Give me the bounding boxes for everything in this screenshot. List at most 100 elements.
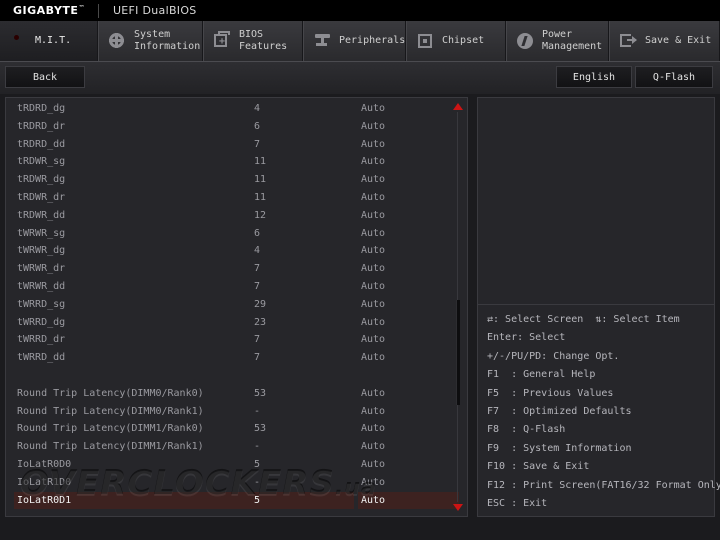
setting-value: - (254, 441, 261, 453)
setting-option: Auto (361, 458, 386, 470)
plug-icon (312, 30, 334, 52)
setting-option: Auto (361, 120, 386, 132)
key-help-line: F1 : General Help (487, 369, 596, 381)
settings-row[interactable]: tRDRD_dg 4 Auto (6, 100, 467, 118)
settings-row[interactable]: tRDRD_dd 7 Auto (6, 136, 467, 154)
setting-label: tRDWR_dg (17, 174, 66, 186)
setting-label: IoLatR0D0 (17, 458, 72, 470)
settings-row[interactable]: Round Trip Latency(DIMM0/Rank0) 53 Auto (6, 385, 467, 403)
setting-value: 7 (254, 263, 261, 275)
setting-option: Auto (361, 476, 386, 488)
setting-label: tWRWR_dg (17, 245, 66, 257)
setting-option: Auto (361, 263, 386, 275)
settings-row[interactable]: tRDWR_dd 12 Auto (6, 207, 467, 225)
tab-system-information[interactable]: System Information (98, 21, 203, 61)
tab-bios-features[interactable]: BIOS Features (203, 21, 303, 61)
setting-label: Round Trip Latency(DIMM0/Rank1) (17, 405, 204, 417)
settings-row[interactable]: tRDWR_sg 11 Auto (6, 153, 467, 171)
settings-row[interactable]: IoLatR1D0 - Auto (6, 474, 467, 492)
tab-label: Chipset (442, 35, 485, 46)
settings-row[interactable]: Round Trip Latency(DIMM1/Rank0) 53 Auto (6, 420, 467, 438)
key-help-list: ⇄: Select Screen ⇅: Select Item Enter: Se… (487, 311, 720, 513)
setting-value: 7 (254, 334, 261, 346)
setting-label: tRDRD_dg (17, 103, 66, 114)
settings-row[interactable]: tRDWR_dr 11 Auto (6, 189, 467, 207)
setting-option: Auto (361, 245, 386, 257)
setting-option: Auto (361, 209, 386, 221)
setting-value: 6 (254, 227, 261, 239)
key-help-line: Enter: Select (487, 332, 566, 344)
settings-row[interactable]: IoLatR0D0 5 Auto (6, 456, 467, 474)
settings-row[interactable]: tRDWR_dg 11 Auto (6, 171, 467, 189)
settings-row[interactable]: tWRWR_dd 7 Auto (6, 278, 467, 296)
key-help-line: +/-/PU/PD: Change Opt. (487, 350, 620, 362)
setting-option: Auto (361, 441, 386, 453)
settings-row[interactable]: tWRRD_sg 29 Auto (6, 296, 467, 314)
settings-scrollbar[interactable] (453, 100, 463, 514)
setting-label: tWRRD_dd (17, 352, 66, 364)
setting-option: Auto (361, 174, 386, 186)
qflash-button[interactable]: Q-Flash (635, 66, 713, 88)
tab-power-management[interactable]: Power Management (506, 21, 609, 61)
key-help-line: F8 : Q-Flash (487, 424, 566, 436)
setting-label: tWRWR_dr (17, 263, 66, 275)
settings-row[interactable]: tWRWR_dg 4 Auto (6, 242, 467, 260)
tab-mit[interactable]: M.I.T. (0, 21, 98, 61)
setting-option: Auto (361, 191, 386, 203)
settings-row[interactable]: IoLatR0D1 5 Auto (6, 491, 467, 510)
setting-option: Auto (361, 494, 386, 506)
setting-value: 5 (254, 494, 261, 506)
gear-icon (107, 30, 129, 52)
tab-chipset[interactable]: Chipset (406, 21, 506, 61)
setting-option: Auto (361, 423, 386, 435)
setting-label: tRDRD_dd (17, 138, 66, 150)
scroll-up-arrow-icon[interactable] (453, 103, 463, 110)
settings-row[interactable]: tWRRD_dd 7 Auto (6, 349, 467, 367)
setting-value: 6 (254, 120, 261, 132)
tab-label: M.I.T. (35, 35, 72, 46)
settings-row[interactable]: tRDRD_dr 6 Auto (6, 118, 467, 136)
settings-list: tRDRD_dg 4 Auto tRDRD_dr 6 Auto tRDRD_dd 7 Auto t… (6, 100, 467, 510)
setting-option: Auto (361, 298, 386, 310)
back-button[interactable]: Back (5, 66, 85, 88)
settings-row[interactable]: Round Trip Latency(DIMM1/Rank1) - Auto (6, 438, 467, 456)
key-help-line: F12 : Print Screen(FAT16/32 Format Only) (487, 479, 720, 491)
setting-label: IoLatR0D1 (17, 494, 72, 506)
setting-label: tRDRD_dr (17, 120, 66, 132)
key-help-line: F7 : Optimized Defaults (487, 406, 632, 418)
settings-row[interactable]: tWRRD_dr 7 Auto (6, 331, 467, 349)
settings-row[interactable]: tWRWR_dr 7 Auto (6, 260, 467, 278)
setting-value: 23 (254, 316, 267, 328)
settings-row[interactable]: tWRWR_sg 6 Auto (6, 225, 467, 243)
setting-option: Auto (361, 405, 386, 417)
setting-label: tRDWR_dr (17, 191, 66, 203)
setting-label: tWRRD_sg (17, 298, 66, 310)
setting-label: tWRRD_dr (17, 334, 66, 346)
key-help-line: ESC : Exit (487, 498, 548, 510)
setting-option: Auto (361, 334, 386, 346)
key-help-line: ⇄: Select Screen ⇅: Select Item (487, 314, 680, 325)
scroll-down-arrow-icon[interactable] (453, 504, 463, 511)
setting-value: 29 (254, 298, 267, 310)
scrollbar-thumb[interactable] (456, 300, 460, 405)
tab-peripherals[interactable]: Peripherals (303, 21, 406, 61)
setting-option: Auto (361, 103, 386, 114)
setting-value: 11 (254, 156, 267, 168)
setting-label: Round Trip Latency(DIMM1/Rank0) (17, 423, 204, 435)
setting-value: 5 (254, 458, 261, 470)
power-bolt-icon (515, 30, 537, 52)
item-description-area (478, 98, 714, 304)
settings-row[interactable]: Round Trip Latency(DIMM0/Rank1) - Auto (6, 403, 467, 421)
setting-value: 53 (254, 387, 267, 399)
settings-row[interactable]: tWRRD_dg 23 Auto (6, 314, 467, 332)
tab-label: Power Management (542, 29, 603, 52)
tab-save-and-exit[interactable]: Save & Exit (609, 21, 720, 61)
setting-value: - (254, 476, 261, 488)
setting-value: 7 (254, 352, 261, 364)
setting-option: Auto (361, 280, 386, 292)
settings-row-spacer (6, 367, 467, 385)
language-button[interactable]: English (556, 66, 632, 88)
setting-label: tWRWR_dd (17, 280, 66, 292)
tab-label: BIOS Features (239, 29, 288, 52)
help-panel: ⇄: Select Screen ⇅: Select Item Enter: Se… (477, 97, 720, 517)
